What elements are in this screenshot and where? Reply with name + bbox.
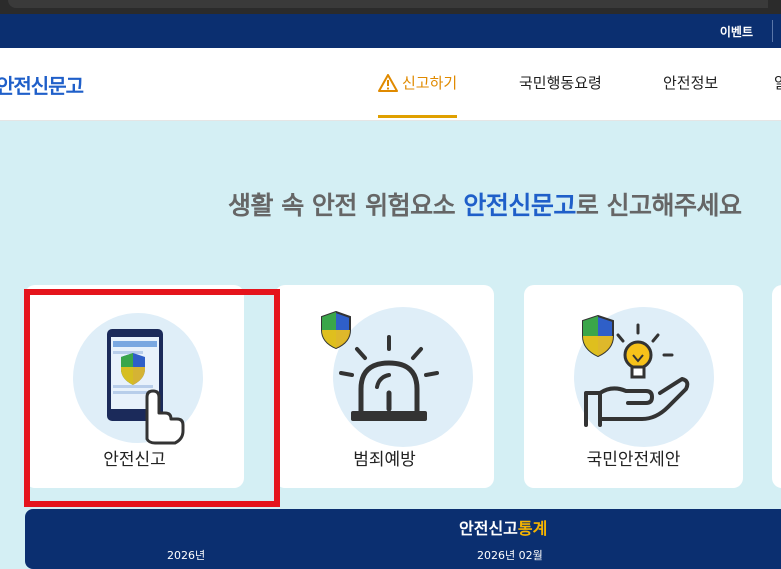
stats-panel: 안전신고통계 2026년 2026년 02월 <box>25 509 781 569</box>
stats-year-label: 2026년 <box>167 549 206 562</box>
hero-headline-post: 로 신고해주세요 <box>575 191 742 220</box>
card-crime-prevention[interactable]: 범죄예방 <box>275 285 494 488</box>
top-utility-bar: 이벤트 <box>0 14 781 48</box>
hand-lightbulb-icon <box>584 323 690 427</box>
nav-item-action-guide[interactable]: 국민행동요령 <box>519 72 602 93</box>
card-label: 범죄예방 <box>353 450 416 470</box>
hero-headline: 생활 속 안전 위험요소 안전신문고로 신고해주세요 <box>228 186 742 222</box>
nav-item-report[interactable]: 신고하기 <box>378 72 458 118</box>
browser-frame <box>0 0 781 14</box>
stats-month-label: 2026년 02월 <box>477 549 543 562</box>
stats-title: 안전신고통계 <box>459 515 547 539</box>
phone-touch-icon <box>107 329 185 445</box>
topbar-divider <box>772 20 773 42</box>
card-label: 안전신고 <box>103 450 166 470</box>
nav-item-report-label: 신고하기 <box>402 74 458 92</box>
card-partial[interactable] <box>772 285 781 488</box>
hero-headline-pre: 생활 속 안전 위험요소 <box>228 191 464 220</box>
hero-headline-brand: 안전신문고 <box>463 191 576 220</box>
card-safety-report[interactable]: 안전신고 <box>25 285 244 488</box>
nav-item-partial[interactable]: 알 <box>774 72 781 93</box>
warning-icon <box>378 73 398 92</box>
siren-icon <box>339 335 439 421</box>
nav-item-safety-info[interactable]: 안전정보 <box>663 72 718 93</box>
stats-title-accent: 통계 <box>517 519 548 538</box>
event-link[interactable]: 이벤트 <box>720 23 753 40</box>
main-navigation: 안전신문고 신고하기 국민행동요령 안전정보 알 <box>0 48 781 121</box>
site-logo[interactable]: 안전신문고 <box>0 70 84 99</box>
card-label: 국민안전제안 <box>586 450 681 470</box>
stats-title-pre: 안전신고 <box>459 519 518 538</box>
browser-tab-strip <box>8 0 768 8</box>
card-safety-proposal[interactable]: 국민안전제안 <box>524 285 743 488</box>
